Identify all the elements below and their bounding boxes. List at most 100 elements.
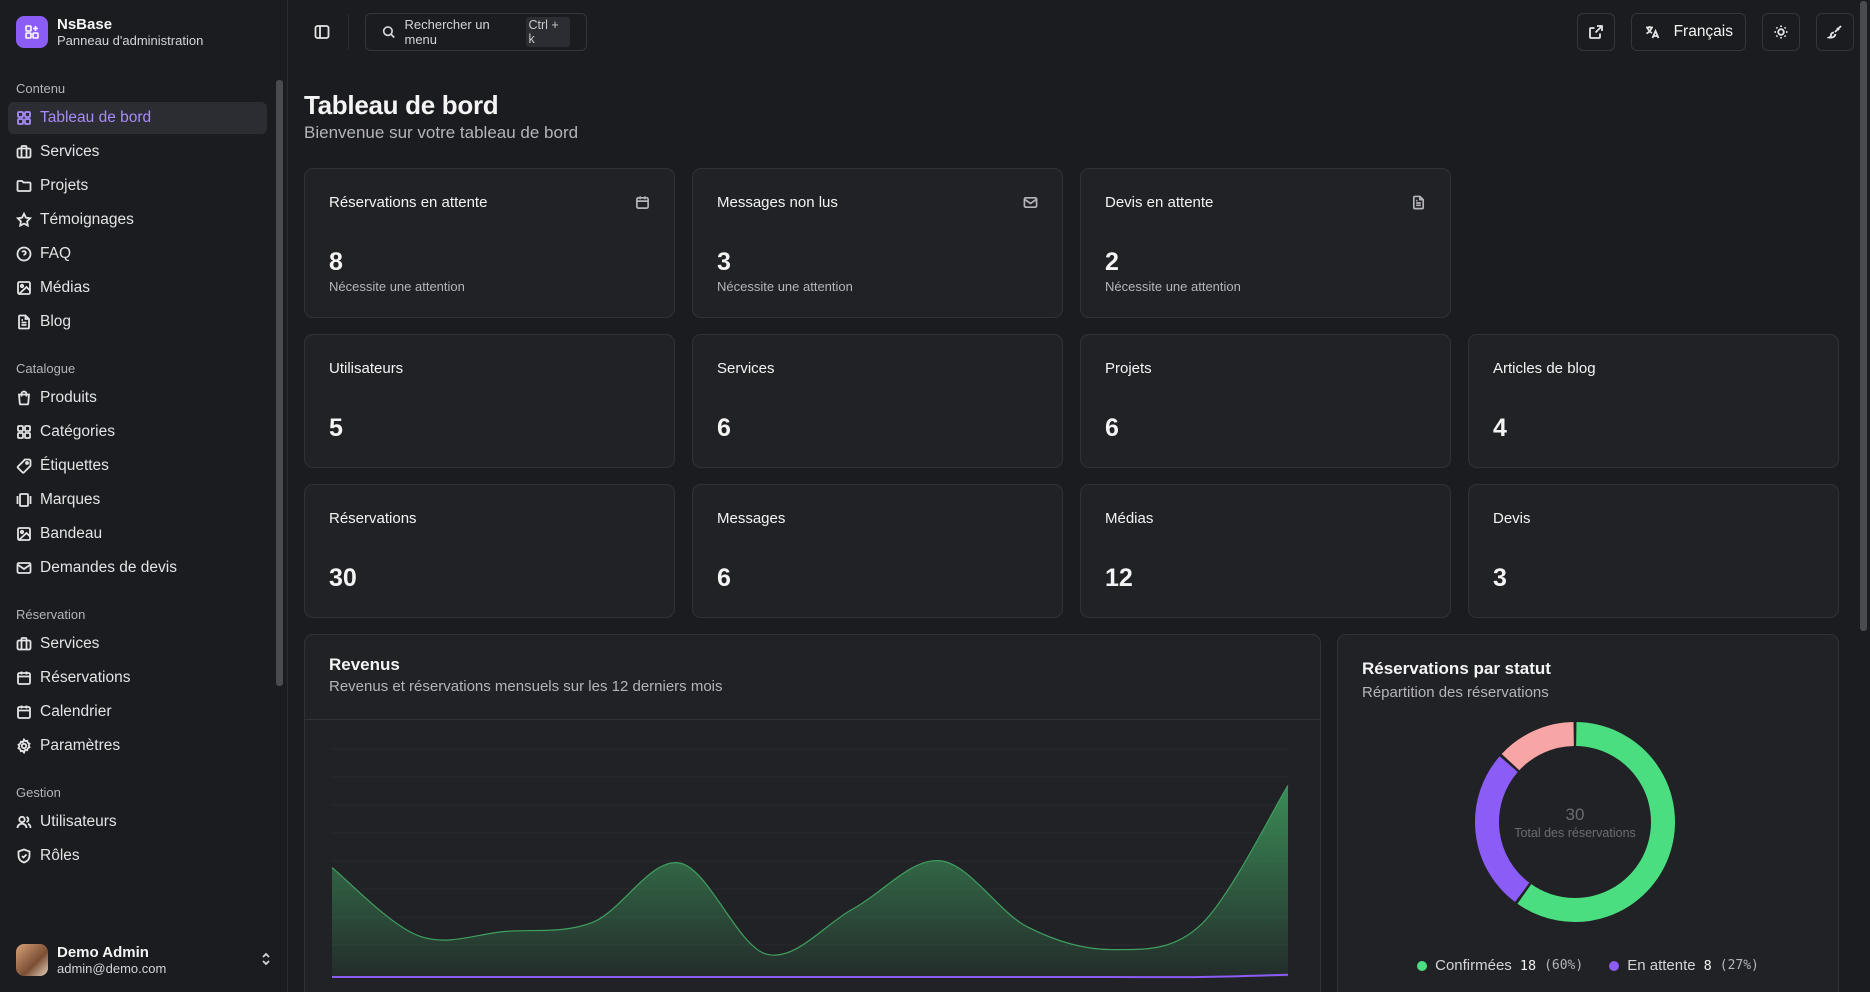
- grid-icon: [16, 110, 32, 126]
- sidebar-toggle-button[interactable]: [304, 14, 340, 50]
- search-menu-input[interactable]: Rechercher un menu Ctrl + k: [365, 13, 587, 51]
- sidebar-item-label: Tableau de bord: [40, 109, 152, 126]
- sidebar-item[interactable]: Projets: [8, 170, 267, 202]
- nav-group-title: Réservation: [16, 607, 86, 622]
- translate-icon: [1645, 26, 1659, 39]
- nav-group-catalogue: Catalogue Produits Catégories Étiquettes Mar…: [0, 352, 275, 584]
- card-note: Nécessite une attention: [1105, 279, 1241, 294]
- app-root: NsBase Panneau d'administration Contenu T…: [0, 0, 1870, 992]
- card-note: Nécessite une attention: [329, 279, 465, 294]
- stat-card[interactable]: Réservations 30: [304, 484, 675, 618]
- nav-group-gestion: Gestion Utilisateurs Rôles: [0, 776, 275, 872]
- sidebar-item[interactable]: Utilisateurs: [8, 806, 267, 838]
- sidebar-item[interactable]: Rôles: [8, 840, 267, 872]
- donut-center-label: Total des réservations: [1514, 826, 1636, 840]
- chart-gridlines: [332, 748, 1288, 946]
- sidebar-item-label: Médias: [40, 279, 90, 296]
- sidebar-item-label: Témoignages: [40, 211, 134, 228]
- card-label: Devis en attente: [1105, 194, 1214, 211]
- revenue-line: [331, 785, 1289, 956]
- gallery-icon: [16, 492, 32, 508]
- user-email: admin@demo.com: [57, 961, 167, 976]
- attention-card[interactable]: Messages non lus 3 Nécessite une attenti…: [692, 168, 1063, 318]
- nav-group-contenu: Contenu Tableau de bord Services Projets Tém…: [0, 72, 275, 338]
- card-value: 3: [1493, 564, 1507, 592]
- attention-card[interactable]: Réservations en attente 8 Nécessite une …: [304, 168, 675, 318]
- image-icon: [16, 280, 32, 296]
- sidebar-item[interactable]: FAQ: [8, 238, 267, 270]
- page-title: Tableau de bord: [304, 90, 499, 120]
- sidebar-item[interactable]: Marques: [8, 484, 267, 516]
- card-value: 6: [717, 414, 731, 442]
- sidebar-item[interactable]: Calendrier: [8, 696, 267, 728]
- stat-card[interactable]: Projets 6: [1080, 334, 1451, 468]
- card-value: 12: [1105, 564, 1133, 592]
- stat-card[interactable]: Utilisateurs 5: [304, 334, 675, 468]
- sidebar-item[interactable]: Catégories: [8, 416, 267, 448]
- brand-name: NsBase: [57, 16, 113, 33]
- card-value: 4: [1493, 414, 1507, 442]
- language-select[interactable]: Français: [1630, 13, 1746, 51]
- card-label: Messages non lus: [717, 194, 838, 211]
- sidebar-item[interactable]: Services: [8, 136, 267, 168]
- donut-slice[interactable]: [1501, 722, 1575, 771]
- bookings-donut-chart[interactable]: 30 Total des réservations: [1338, 715, 1839, 945]
- legend-pct: (60%): [1544, 958, 1584, 973]
- sidebar-item[interactable]: Produits: [8, 382, 267, 414]
- users-icon: [16, 814, 32, 830]
- chevron-up-down-icon: [261, 951, 271, 970]
- search-shortcut: Ctrl + k: [525, 17, 571, 47]
- topbar-actions: Français: [1576, 13, 1854, 51]
- sidebar: NsBase Panneau d'administration Contenu T…: [0, 0, 288, 992]
- sidebar-item[interactable]: Demandes de devis: [8, 552, 267, 584]
- sidebar-item-label: Demandes de devis: [40, 559, 177, 576]
- stat-card[interactable]: Services 6: [692, 334, 1063, 468]
- revenue-chart[interactable]: [305, 719, 1321, 992]
- legend-label: En attente: [1627, 957, 1696, 974]
- bookings-title: Réservations par statut: [1362, 659, 1551, 678]
- star-icon: [16, 212, 32, 228]
- sidebar-nav: Contenu Tableau de bord Services Projets Tém…: [0, 72, 275, 924]
- shield-icon: [16, 848, 32, 864]
- sidebar-item-label: Services: [40, 143, 100, 160]
- stat-card[interactable]: Devis 3: [1468, 484, 1839, 618]
- sidebar-item-label: Bandeau: [40, 525, 103, 542]
- nav-group-réservation: Réservation Services Réservations Calendrie…: [0, 598, 275, 762]
- mail-icon: [1023, 195, 1038, 215]
- attention-card[interactable]: Devis en attente 2 Nécessite une attenti…: [1080, 168, 1451, 318]
- sidebar-item[interactable]: Paramètres: [8, 730, 267, 762]
- card-label: Réservations: [329, 510, 417, 527]
- main-scrollbar[interactable]: [1860, 1, 1867, 631]
- stat-card[interactable]: Articles de blog 4: [1468, 334, 1839, 468]
- sidebar-item[interactable]: Réservations: [8, 662, 267, 694]
- sidebar-item[interactable]: Témoignages: [8, 204, 267, 236]
- sidebar-item-label: Étiquettes: [40, 457, 109, 474]
- donut-slice[interactable]: [1517, 722, 1675, 922]
- card-value: 2: [1105, 248, 1119, 276]
- sidebar-item[interactable]: Tableau de bord: [8, 102, 267, 134]
- mail-icon: [16, 560, 32, 576]
- search-placeholder: Rechercher un menu: [404, 17, 490, 47]
- sidebar-scrollbar[interactable]: [276, 80, 283, 686]
- open-site-button[interactable]: [1576, 13, 1615, 51]
- sidebar-item[interactable]: Médias: [8, 272, 267, 304]
- stat-card[interactable]: Médias 12: [1080, 484, 1451, 618]
- card-label: Médias: [1105, 510, 1154, 527]
- theme-toggle-button[interactable]: [1762, 13, 1800, 51]
- sidebar-item-label: Produits: [40, 389, 97, 406]
- gear-icon: [16, 738, 32, 754]
- sidebar-item[interactable]: Étiquettes: [8, 450, 267, 482]
- tag-icon: [16, 458, 32, 474]
- user-menu[interactable]: Demo Admin admin@demo.com: [0, 928, 287, 992]
- brand[interactable]: NsBase Panneau d'administration: [0, 0, 287, 64]
- bookings-status-panel: Réservations par statut Répartition des …: [1337, 634, 1839, 992]
- sidebar-item[interactable]: Services: [8, 628, 267, 660]
- sidebar-item[interactable]: Blog: [8, 306, 267, 338]
- briefcase-icon: [16, 636, 32, 652]
- language-label: Français: [1673, 23, 1733, 40]
- stat-card[interactable]: Messages 6: [692, 484, 1063, 618]
- paintbrush-icon: [1827, 25, 1842, 39]
- customize-button[interactable]: [1816, 13, 1854, 51]
- card-value: 6: [1105, 414, 1119, 442]
- sidebar-item[interactable]: Bandeau: [8, 518, 267, 550]
